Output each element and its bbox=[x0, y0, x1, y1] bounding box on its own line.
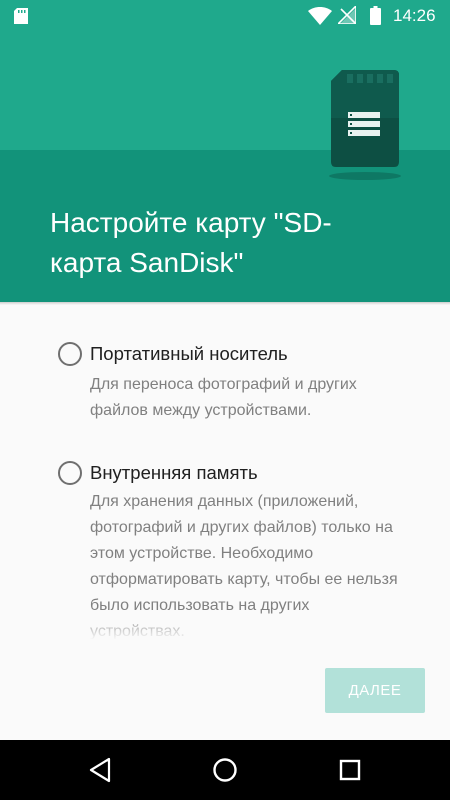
option-description: Для переноса фотографий и других файлов … bbox=[90, 376, 357, 419]
option-title: Портативный носитель bbox=[90, 343, 288, 364]
wifi-icon bbox=[308, 7, 332, 25]
sd-card-status-icon bbox=[14, 8, 28, 24]
option-title: Внутренняя память bbox=[90, 462, 258, 483]
home-icon[interactable] bbox=[212, 757, 238, 783]
navigation-bar bbox=[0, 740, 450, 800]
radio-internal-storage[interactable] bbox=[58, 461, 82, 485]
setup-header: 14:26 Настройте карту "SD-карта SanDisk" bbox=[0, 0, 450, 302]
next-button[interactable]: ДАЛЕЕ bbox=[325, 668, 425, 713]
sd-card-illustration-icon bbox=[329, 70, 401, 180]
scroll-fade bbox=[0, 612, 450, 640]
status-bar: 14:26 bbox=[0, 0, 450, 32]
radio-portable-storage[interactable] bbox=[58, 342, 82, 366]
no-signal-icon bbox=[338, 6, 356, 24]
back-icon[interactable] bbox=[88, 757, 112, 783]
recents-icon[interactable] bbox=[338, 758, 362, 782]
page-title: Настройте карту "SD-карта SanDisk" bbox=[50, 207, 332, 278]
status-time: 14:26 bbox=[393, 6, 436, 25]
header-shadow bbox=[0, 302, 450, 305]
battery-icon bbox=[370, 6, 381, 25]
